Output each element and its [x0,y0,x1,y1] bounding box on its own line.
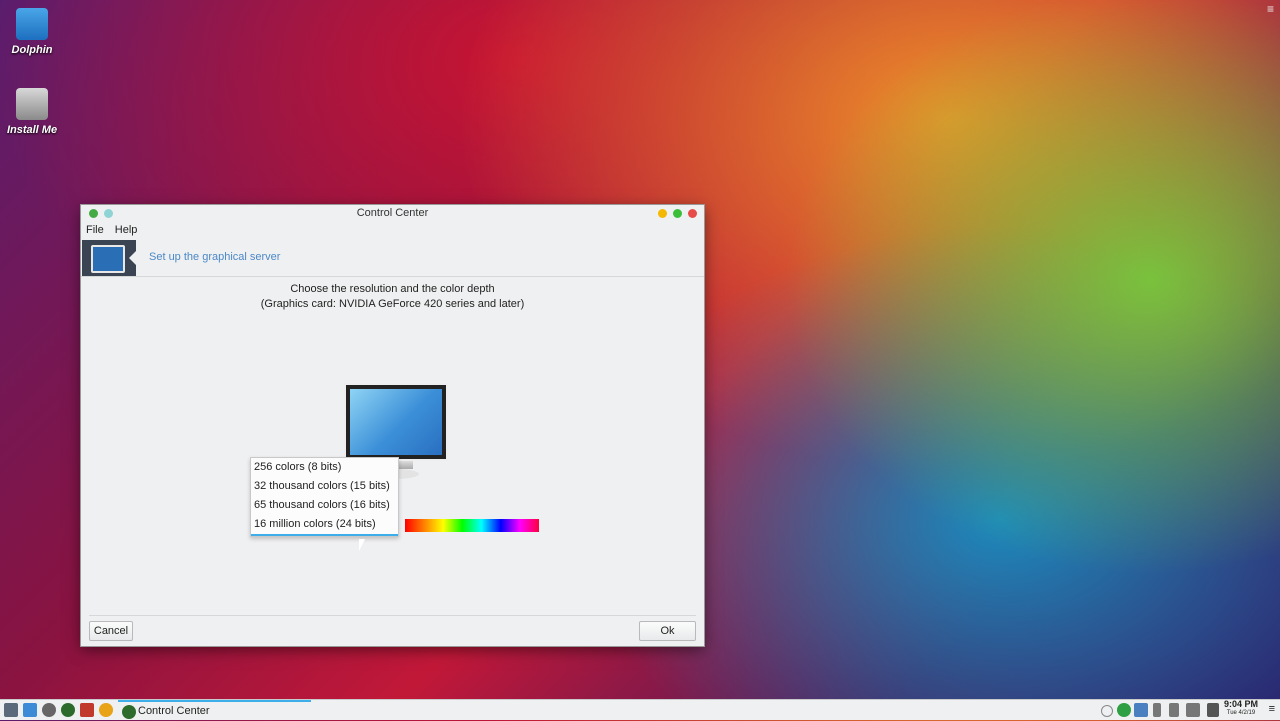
section-header: Set up the graphical server [81,240,704,277]
clock[interactable]: 9:04 PM Tue 4/2/19 [1224,700,1258,718]
control-center-window: Control Center File Help Set up the grap… [81,205,704,646]
notifications-icon[interactable] [1101,705,1113,717]
close-button[interactable] [688,209,697,218]
description: Choose the resolution and the color dept… [81,282,704,312]
color-option[interactable]: 256 colors (8 bits) [251,458,398,477]
volume-icon[interactable] [1207,703,1219,717]
mouse-cursor-icon [359,539,365,551]
clipboard-icon[interactable] [1186,703,1200,717]
color-option-selected[interactable]: 16 million colors (24 bits) [251,515,398,534]
description-line-2: (Graphics card: NVIDIA GeForce 420 serie… [260,298,525,310]
taskbar: Control Center 9:04 PM Tue 4/2/19 ≡ [0,699,1280,720]
task-label: Control Center [138,705,210,717]
color-option[interactable]: 65 thousand colors (16 bits) [251,496,398,515]
desktop-icon-dolphin[interactable]: Dolphin [0,8,64,56]
menu-file[interactable]: File [86,224,104,236]
monitor-screen [344,383,448,461]
cancel-button[interactable]: Cancel [89,621,133,641]
updates-ok-icon[interactable] [1117,703,1131,717]
minimize-button[interactable] [658,209,667,218]
color-depth-dropdown[interactable]: 256 colors (8 bits) 32 thousand colors (… [250,457,399,537]
window-title: Control Center [356,207,429,219]
app-icon[interactable] [89,209,98,218]
ok-button[interactable]: Ok [639,621,696,641]
browser-icon[interactable] [99,703,113,717]
file-manager-icon[interactable] [23,703,37,717]
menubar: File Help [81,222,704,239]
clock-date: Tue 4/2/19 [1226,710,1256,716]
window-titlebar[interactable]: Control Center [81,205,704,222]
color-spectrum-preview [405,519,539,532]
color-option[interactable]: 32 thousand colors (15 bits) [251,477,398,496]
footer-divider [89,615,696,616]
pin-icon[interactable] [104,209,113,218]
desktop-icon-label: Install Me [6,124,58,136]
taskbar-task-control-center[interactable]: Control Center [118,700,311,721]
network-icon[interactable] [1134,703,1148,717]
control-center-task-icon [122,705,136,719]
maximize-button[interactable] [673,209,682,218]
desktop-menu-icon[interactable]: ≡ [1267,2,1274,16]
monitor-settings-icon [91,245,125,273]
usb-icon[interactable] [1169,703,1179,717]
desktop-icon-install-me[interactable]: Install Me [0,88,64,136]
clock-time: 9:04 PM [1223,699,1258,709]
install-icon [16,88,48,120]
header-icon-box [82,240,137,276]
dropdown-focus-underline [251,534,398,536]
header-title: Set up the graphical server [149,251,281,263]
dolphin-icon [16,8,48,40]
taskbar-menu-icon[interactable]: ≡ [1269,703,1275,715]
screenshot-icon[interactable] [42,703,56,717]
header-arrow [129,250,137,266]
menu-help[interactable]: Help [115,224,138,236]
app-launcher-icon[interactable] [4,703,18,717]
control-center-icon[interactable] [61,703,75,717]
desktop-icon-label: Dolphin [11,44,53,56]
description-line-1: Choose the resolution and the color dept… [290,283,495,295]
installer-icon[interactable] [80,703,94,717]
battery-icon[interactable] [1153,703,1161,717]
